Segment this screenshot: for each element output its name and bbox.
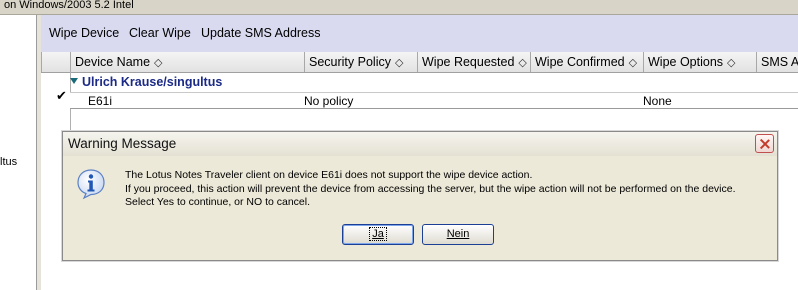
cell-device-name: E61i (88, 94, 113, 108)
column-label: Wipe Requested (422, 55, 515, 69)
sort-icon[interactable]: ◇ (518, 57, 526, 69)
yes-button-label: Ja (369, 227, 387, 241)
sort-icon[interactable]: ◇ (727, 57, 735, 69)
sort-icon[interactable]: ◇ (154, 57, 162, 69)
wipe-device-button[interactable]: Wipe Device (49, 26, 119, 40)
column-header-wipe-requested[interactable]: Wipe Requested ◇ (417, 52, 530, 72)
column-header-selection (41, 52, 70, 72)
table-row[interactable]: E61i No policy None (70, 92, 798, 109)
clear-wipe-button[interactable]: Clear Wipe (129, 26, 191, 40)
dialog-title: Warning Message (68, 136, 177, 151)
expand-triangle-icon[interactable] (70, 78, 78, 84)
update-sms-address-button[interactable]: Update SMS Address (201, 26, 321, 40)
no-button[interactable]: Nein (422, 224, 494, 245)
column-label: Wipe Confirmed (535, 55, 625, 69)
checkmark-icon[interactable]: ✔ (56, 88, 67, 104)
window-title-bar: on Windows/2003 5.2 Intel (0, 0, 798, 15)
info-icon (77, 169, 105, 200)
cell-wipe-options: None (643, 94, 672, 108)
column-header-wipe-options[interactable]: Wipe Options ◇ (643, 52, 756, 72)
sort-icon[interactable]: ◇ (629, 57, 637, 69)
action-bar: Wipe Device Clear Wipe Update SMS Addres… (41, 15, 798, 53)
category-row[interactable]: Ulrich Krause/singultus (70, 75, 222, 90)
column-header-sms-address[interactable]: SMS Ad (756, 52, 798, 72)
message-line: Select Yes to continue, or NO to cancel. (125, 196, 311, 208)
warning-dialog: Warning Message The Lotus Notes Traveler… (62, 131, 778, 261)
close-icon[interactable] (755, 134, 774, 153)
column-label: Device Name (75, 55, 151, 69)
column-label: SMS Ad (761, 55, 798, 69)
cell-security-policy: No policy (304, 94, 354, 108)
sort-icon[interactable]: ◇ (395, 57, 403, 69)
dialog-title-bar: Warning Message (63, 132, 777, 156)
column-header-device-name[interactable]: Device Name ◇ (70, 52, 304, 72)
window-title: on Windows/2003 5.2 Intel (4, 0, 134, 11)
column-label: Wipe Options (648, 55, 724, 69)
dialog-message: The Lotus Notes Traveler client on devic… (125, 169, 736, 210)
navigation-item-fragment[interactable]: ltus (0, 156, 17, 168)
yes-button[interactable]: Ja (342, 224, 414, 245)
column-label: Security Policy (309, 55, 391, 69)
column-header-wipe-confirmed[interactable]: Wipe Confirmed ◇ (530, 52, 643, 72)
view-column-header: Device Name ◇ Security Policy ◇ Wipe Reque… (41, 52, 798, 73)
no-button-label: Nein (446, 228, 470, 240)
column-header-security-policy[interactable]: Security Policy ◇ (304, 52, 417, 72)
navigation-pane[interactable]: ltus (0, 15, 37, 290)
message-line: The Lotus Notes Traveler client on devic… (125, 169, 533, 181)
category-label: Ulrich Krause/singultus (82, 75, 223, 89)
message-line: If you proceed, this action will prevent… (125, 182, 736, 195)
view-empty-area (70, 262, 798, 290)
